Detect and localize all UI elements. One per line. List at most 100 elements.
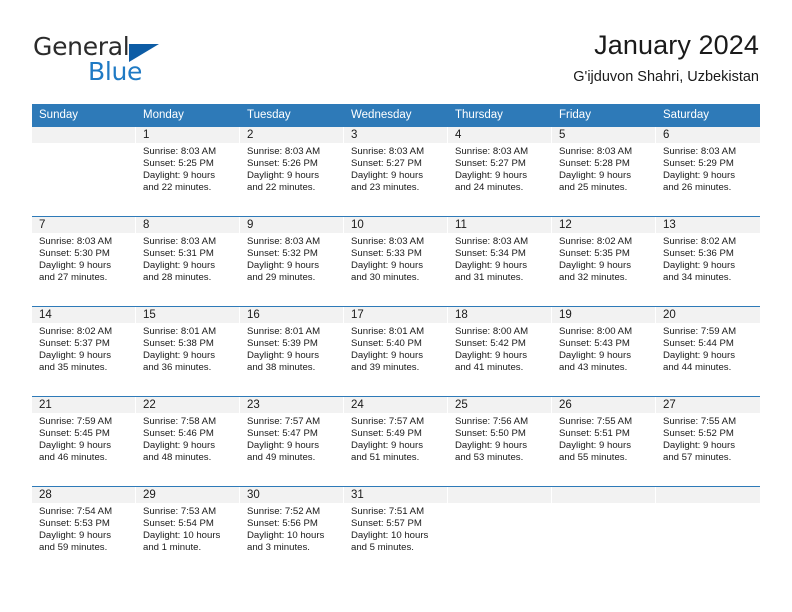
day-sun-info: Sunrise: 7:52 AM Sunset: 5:56 PM Dayligh… [247, 506, 325, 554]
day-cell[interactable]: 26 Sunrise: 7:55 AM Sunset: 5:51 PM Dayl… [552, 397, 656, 486]
day-cell[interactable]: 18 Sunrise: 8:00 AM Sunset: 5:42 PM Dayl… [448, 307, 552, 396]
day-sun-info: Sunrise: 8:02 AM Sunset: 5:35 PM Dayligh… [559, 236, 633, 284]
day-sun-info: Sunrise: 7:59 AM Sunset: 5:45 PM Dayligh… [39, 416, 113, 464]
day-sun-info: Sunrise: 8:03 AM Sunset: 5:34 PM Dayligh… [455, 236, 529, 284]
day-sun-info [656, 503, 760, 506]
day-number: 5 [552, 127, 655, 143]
day-number: 13 [656, 217, 760, 233]
day-number: 27 [656, 397, 760, 413]
day-cell[interactable]: 10 Sunrise: 8:03 AM Sunset: 5:33 PM Dayl… [344, 217, 448, 306]
day-cell[interactable]: 24 Sunrise: 7:57 AM Sunset: 5:49 PM Dayl… [344, 397, 448, 486]
day-cell[interactable]: 20 Sunrise: 7:59 AM Sunset: 5:44 PM Dayl… [656, 307, 760, 396]
weekday-header-sunday: Sunday [39, 109, 79, 121]
day-cell[interactable]: 23 Sunrise: 7:57 AM Sunset: 5:47 PM Dayl… [240, 397, 344, 486]
day-number: 20 [656, 307, 760, 323]
day-sun-info: Sunrise: 8:00 AM Sunset: 5:43 PM Dayligh… [559, 326, 633, 374]
weekday-header-monday: Monday [143, 109, 184, 121]
day-cell[interactable]: 9 Sunrise: 8:03 AM Sunset: 5:32 PM Dayli… [240, 217, 344, 306]
calendar-page: General Blue January 2024 G'ijduvon Shah… [0, 0, 792, 612]
day-number: 2 [240, 127, 343, 143]
week-row: 14 Sunrise: 8:02 AM Sunset: 5:37 PM Dayl… [32, 307, 760, 397]
weekday-header-wednesday: Wednesday [351, 109, 412, 121]
day-cell[interactable]: 22 Sunrise: 7:58 AM Sunset: 5:46 PM Dayl… [136, 397, 240, 486]
week-row: 21 Sunrise: 7:59 AM Sunset: 5:45 PM Dayl… [32, 397, 760, 487]
day-cell[interactable]: 29 Sunrise: 7:53 AM Sunset: 5:54 PM Dayl… [136, 487, 240, 576]
day-number: 21 [32, 397, 135, 413]
day-sun-info: Sunrise: 7:53 AM Sunset: 5:54 PM Dayligh… [143, 506, 221, 554]
day-number: 4 [448, 127, 551, 143]
day-cell[interactable]: 27 Sunrise: 7:55 AM Sunset: 5:52 PM Dayl… [656, 397, 760, 486]
day-sun-info [552, 503, 655, 506]
day-number [448, 487, 551, 503]
day-number: 29 [136, 487, 239, 503]
day-cell[interactable]: 15 Sunrise: 8:01 AM Sunset: 5:38 PM Dayl… [136, 307, 240, 396]
day-number: 9 [240, 217, 343, 233]
day-number: 25 [448, 397, 551, 413]
week-row: 7 Sunrise: 8:03 AM Sunset: 5:30 PM Dayli… [32, 217, 760, 307]
day-number: 1 [136, 127, 239, 143]
day-sun-info: Sunrise: 8:02 AM Sunset: 5:36 PM Dayligh… [663, 236, 737, 284]
day-sun-info: Sunrise: 8:03 AM Sunset: 5:28 PM Dayligh… [559, 146, 633, 194]
day-cell[interactable]: 3 Sunrise: 8:03 AM Sunset: 5:27 PM Dayli… [344, 127, 448, 216]
day-number: 16 [240, 307, 343, 323]
calendar-grid: Sunday Monday Tuesday Wednesday Thursday… [32, 104, 760, 576]
day-number: 14 [32, 307, 135, 323]
day-number: 15 [136, 307, 239, 323]
brand-logo[interactable]: General Blue [33, 32, 233, 90]
day-cell[interactable] [552, 487, 656, 576]
day-number: 31 [344, 487, 447, 503]
day-sun-info: Sunrise: 8:03 AM Sunset: 5:32 PM Dayligh… [247, 236, 321, 284]
day-number: 23 [240, 397, 343, 413]
day-cell[interactable] [448, 487, 552, 576]
day-cell[interactable]: 28 Sunrise: 7:54 AM Sunset: 5:53 PM Dayl… [32, 487, 136, 576]
day-number: 7 [32, 217, 135, 233]
day-number: 18 [448, 307, 551, 323]
day-cell[interactable]: 16 Sunrise: 8:01 AM Sunset: 5:39 PM Dayl… [240, 307, 344, 396]
weekday-header-row: Sunday Monday Tuesday Wednesday Thursday… [32, 104, 760, 127]
day-number: 11 [448, 217, 551, 233]
day-cell[interactable]: 5 Sunrise: 8:03 AM Sunset: 5:28 PM Dayli… [552, 127, 656, 216]
title-block: January 2024 G'ijduvon Shahri, Uzbekista… [573, 28, 759, 86]
day-cell[interactable]: 12 Sunrise: 8:02 AM Sunset: 5:35 PM Dayl… [552, 217, 656, 306]
day-cell[interactable]: 2 Sunrise: 8:03 AM Sunset: 5:26 PM Dayli… [240, 127, 344, 216]
day-cell[interactable]: 17 Sunrise: 8:01 AM Sunset: 5:40 PM Dayl… [344, 307, 448, 396]
day-number: 30 [240, 487, 343, 503]
day-sun-info: Sunrise: 8:03 AM Sunset: 5:25 PM Dayligh… [143, 146, 217, 194]
day-number: 8 [136, 217, 239, 233]
day-cell[interactable] [656, 487, 760, 576]
day-sun-info: Sunrise: 8:03 AM Sunset: 5:26 PM Dayligh… [247, 146, 321, 194]
day-sun-info: Sunrise: 7:57 AM Sunset: 5:47 PM Dayligh… [247, 416, 321, 464]
day-number: 26 [552, 397, 655, 413]
day-sun-info: Sunrise: 7:59 AM Sunset: 5:44 PM Dayligh… [663, 326, 737, 374]
day-cell[interactable]: 1 Sunrise: 8:03 AM Sunset: 5:25 PM Dayli… [136, 127, 240, 216]
day-cell[interactable]: 14 Sunrise: 8:02 AM Sunset: 5:37 PM Dayl… [32, 307, 136, 396]
page-title: January 2024 [594, 30, 759, 60]
day-cell[interactable]: 11 Sunrise: 8:03 AM Sunset: 5:34 PM Dayl… [448, 217, 552, 306]
weekday-header-saturday: Saturday [663, 109, 710, 121]
day-sun-info: Sunrise: 7:55 AM Sunset: 5:52 PM Dayligh… [663, 416, 737, 464]
weekday-header-friday: Friday [559, 109, 591, 121]
week-row: 1 Sunrise: 8:03 AM Sunset: 5:25 PM Dayli… [32, 127, 760, 217]
day-sun-info: Sunrise: 8:01 AM Sunset: 5:40 PM Dayligh… [351, 326, 425, 374]
day-sun-info: Sunrise: 8:03 AM Sunset: 5:30 PM Dayligh… [39, 236, 113, 284]
day-cell[interactable]: 30 Sunrise: 7:52 AM Sunset: 5:56 PM Dayl… [240, 487, 344, 576]
day-cell[interactable] [32, 127, 136, 216]
day-cell[interactable]: 8 Sunrise: 8:03 AM Sunset: 5:31 PM Dayli… [136, 217, 240, 306]
day-number [552, 487, 655, 503]
day-cell[interactable]: 25 Sunrise: 7:56 AM Sunset: 5:50 PM Dayl… [448, 397, 552, 486]
day-cell[interactable]: 31 Sunrise: 7:51 AM Sunset: 5:57 PM Dayl… [344, 487, 448, 576]
weekday-header-tuesday: Tuesday [247, 109, 291, 121]
day-cell[interactable]: 4 Sunrise: 8:03 AM Sunset: 5:27 PM Dayli… [448, 127, 552, 216]
page-subtitle: G'ijduvon Shahri, Uzbekistan [573, 69, 759, 85]
day-number [656, 487, 760, 503]
day-sun-info: Sunrise: 8:03 AM Sunset: 5:31 PM Dayligh… [143, 236, 217, 284]
day-sun-info: Sunrise: 7:56 AM Sunset: 5:50 PM Dayligh… [455, 416, 529, 464]
day-sun-info: Sunrise: 7:55 AM Sunset: 5:51 PM Dayligh… [559, 416, 633, 464]
day-number: 6 [656, 127, 760, 143]
day-cell[interactable]: 7 Sunrise: 8:03 AM Sunset: 5:30 PM Dayli… [32, 217, 136, 306]
day-number: 22 [136, 397, 239, 413]
day-cell[interactable]: 13 Sunrise: 8:02 AM Sunset: 5:36 PM Dayl… [656, 217, 760, 306]
day-cell[interactable]: 21 Sunrise: 7:59 AM Sunset: 5:45 PM Dayl… [32, 397, 136, 486]
day-cell[interactable]: 6 Sunrise: 8:03 AM Sunset: 5:29 PM Dayli… [656, 127, 760, 216]
day-cell[interactable]: 19 Sunrise: 8:00 AM Sunset: 5:43 PM Dayl… [552, 307, 656, 396]
